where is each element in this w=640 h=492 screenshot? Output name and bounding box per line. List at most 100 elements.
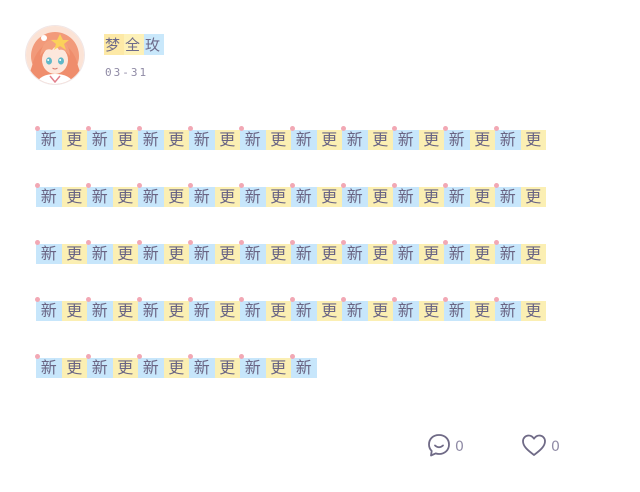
post-body-char: 更 <box>214 301 240 321</box>
decor-dot <box>86 183 91 188</box>
post-body-line: 新更新更新更新更新更新更新更新更新更新更 <box>35 126 608 183</box>
post-body-char: 新 <box>188 297 215 321</box>
decor-dot <box>443 183 448 188</box>
author-name-char: 梦 <box>104 34 125 55</box>
post-body-char: 更 <box>367 301 393 321</box>
decor-dot <box>137 240 142 245</box>
author-name[interactable]: 梦全玫 <box>104 34 165 55</box>
heart-icon <box>520 432 548 462</box>
decor-dot <box>188 240 193 245</box>
post-body-char: 更 <box>418 130 444 150</box>
decor-dot <box>341 183 346 188</box>
post-body-char: 更 <box>265 244 291 264</box>
decor-dot <box>494 126 499 131</box>
post-date: 03-31 <box>105 66 149 79</box>
post-body-char: 更 <box>520 301 546 321</box>
post-body-char: 新 <box>494 126 521 150</box>
post-body-char: 更 <box>418 301 444 321</box>
decor-dot <box>290 297 295 302</box>
post-body-char: 更 <box>214 130 240 150</box>
post-body-line: 新更新更新更新更新更新更新更新更新更新更 <box>35 297 608 354</box>
post-body-char: 新 <box>290 240 317 264</box>
post-body-char: 更 <box>367 187 393 207</box>
post-body-char: 更 <box>265 358 291 378</box>
decor-dot <box>35 297 40 302</box>
decor-dot <box>239 297 244 302</box>
decor-dot <box>35 354 40 359</box>
post-body-char: 新 <box>35 354 62 378</box>
post-body-char: 新 <box>494 297 521 321</box>
post-body-char: 新 <box>35 126 62 150</box>
post-actions: 0 0 <box>0 432 640 462</box>
post-body-char: 新 <box>341 240 368 264</box>
decor-dot <box>290 240 295 245</box>
post-body-char: 新 <box>290 297 317 321</box>
decor-dot <box>494 297 499 302</box>
post-body-char: 更 <box>112 130 138 150</box>
decor-dot <box>239 126 244 131</box>
post-body-char: 更 <box>163 301 189 321</box>
decor-dot <box>392 183 397 188</box>
post-card: 梦全玫 03-31 新更新更新更新更新更新更新更新更新更新更新更新更新更新更新更… <box>0 0 640 492</box>
decor-dot <box>137 297 142 302</box>
post-body-char: 更 <box>316 130 342 150</box>
post-body-line: 新更新更新更新更新更新更新更新更新更新更 <box>35 183 608 240</box>
decor-dot <box>35 126 40 131</box>
decor-dot <box>137 183 142 188</box>
author-name-char: 玫 <box>144 34 165 55</box>
decor-dot <box>35 240 40 245</box>
post-body-char: 新 <box>290 126 317 150</box>
post-body-char: 更 <box>112 187 138 207</box>
post-body-char: 更 <box>112 244 138 264</box>
post-body-char: 新 <box>290 354 317 378</box>
post-body-char: 新 <box>239 354 266 378</box>
post-body-char: 新 <box>392 183 419 207</box>
post-body-char: 更 <box>112 301 138 321</box>
post-body-char: 新 <box>290 183 317 207</box>
decor-dot <box>341 126 346 131</box>
post-body-char: 新 <box>86 297 113 321</box>
decor-dot <box>290 183 295 188</box>
post-body-char: 更 <box>418 187 444 207</box>
post-body-char: 新 <box>443 240 470 264</box>
comment-button[interactable]: 0 <box>426 432 464 462</box>
decor-dot <box>86 354 91 359</box>
post-body-char: 新 <box>239 183 266 207</box>
post-body-char: 新 <box>86 126 113 150</box>
post-body-char: 更 <box>61 301 87 321</box>
post-body-char: 更 <box>469 130 495 150</box>
avatar[interactable] <box>26 26 84 84</box>
post-body-char: 更 <box>61 130 87 150</box>
post-body-char: 更 <box>316 187 342 207</box>
post-body-char: 更 <box>61 187 87 207</box>
decor-dot <box>392 240 397 245</box>
decor-dot <box>188 183 193 188</box>
post-body-char: 新 <box>341 297 368 321</box>
decor-dot <box>86 297 91 302</box>
decor-dot <box>443 126 448 131</box>
decor-dot <box>290 354 295 359</box>
decor-dot <box>239 240 244 245</box>
like-button[interactable]: 0 <box>520 432 560 462</box>
post-body-char: 新 <box>239 297 266 321</box>
decor-dot <box>392 297 397 302</box>
post-body-char: 新 <box>494 183 521 207</box>
post-body-char: 更 <box>163 187 189 207</box>
decor-dot <box>188 297 193 302</box>
post-body-char: 更 <box>469 187 495 207</box>
post-body: 新更新更新更新更新更新更新更新更新更新更新更新更新更新更新更新更新更新更新更新更… <box>35 126 608 411</box>
post-body-char: 新 <box>86 183 113 207</box>
post-body-char: 新 <box>443 297 470 321</box>
post-body-char: 新 <box>239 240 266 264</box>
post-body-char: 更 <box>520 244 546 264</box>
post-body-char: 更 <box>112 358 138 378</box>
post-body-char: 新 <box>188 126 215 150</box>
author-name-char: 全 <box>124 34 145 55</box>
post-body-char: 新 <box>137 183 164 207</box>
decor-dot <box>188 126 193 131</box>
post-body-char: 更 <box>520 187 546 207</box>
post-body-char: 新 <box>137 297 164 321</box>
decor-dot <box>137 126 142 131</box>
post-body-char: 新 <box>494 240 521 264</box>
post-body-char: 新 <box>86 354 113 378</box>
